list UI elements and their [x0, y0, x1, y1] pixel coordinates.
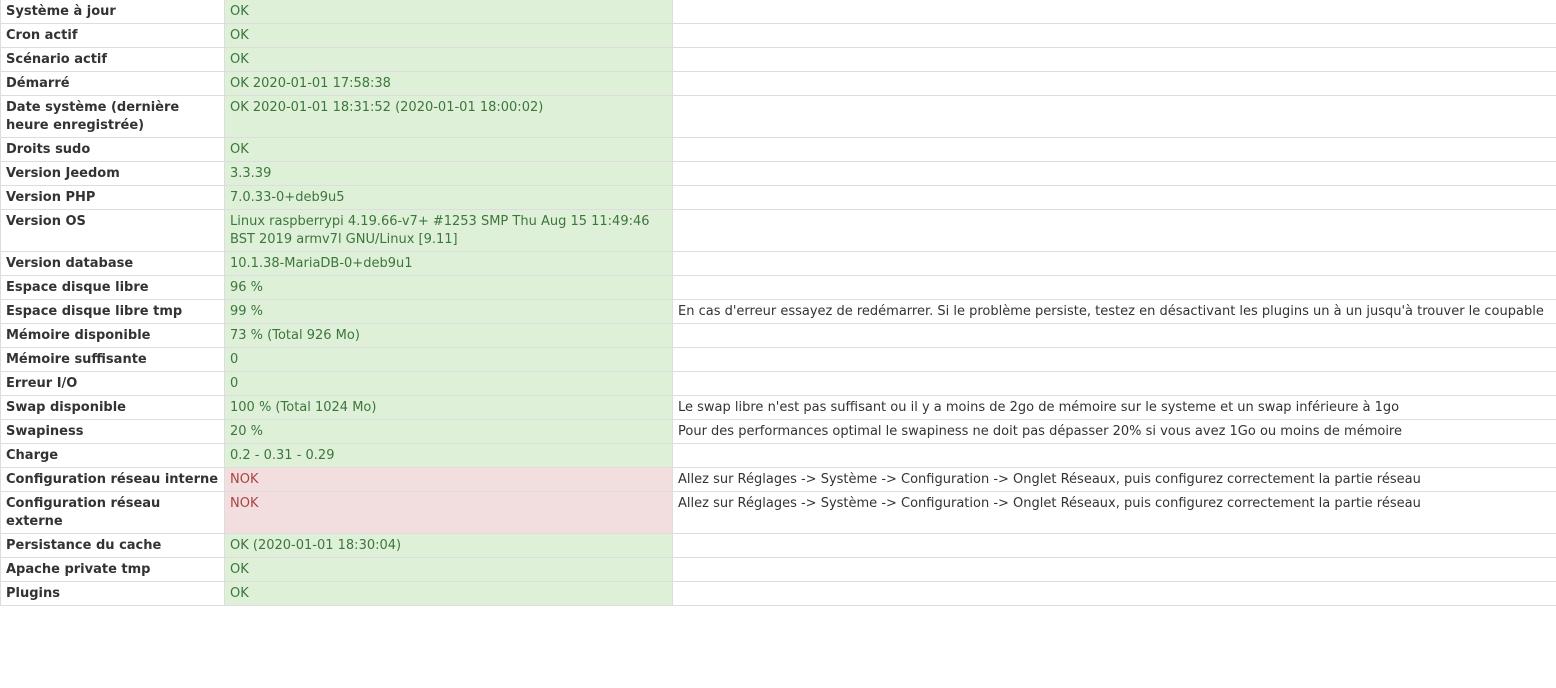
check-label: Charge — [0, 443, 225, 468]
check-state: 0.2 - 0.31 - 0.29 — [224, 443, 673, 468]
health-row-droits-sudo: Droits sudo OK — [0, 137, 1556, 162]
health-row-charge: Charge 0.2 - 0.31 - 0.29 — [0, 443, 1556, 468]
check-state: OK — [224, 23, 673, 48]
check-state: 20 % — [224, 419, 673, 444]
check-advice — [672, 23, 1556, 48]
health-row-persistance-cache: Persistance du cache OK (2020-01-01 18:30… — [0, 533, 1556, 558]
check-advice — [672, 47, 1556, 72]
check-state: OK — [224, 47, 673, 72]
check-advice — [672, 185, 1556, 210]
check-label: Mémoire disponible — [0, 323, 225, 348]
health-row-config-reseau-interne: Configuration réseau interne NOK Allez sur… — [0, 467, 1556, 492]
check-label: Configuration réseau interne — [0, 467, 225, 492]
check-label: Swap disponible — [0, 395, 225, 420]
health-row-espace-disque-libre-tmp: Espace disque libre tmp 99 % En cas d'erre… — [0, 299, 1556, 324]
check-state: OK 2020-01-01 18:31:52 (2020-01-01 18:00… — [224, 95, 673, 138]
health-row-date-systeme: Date système (dernière heure enregistrée… — [0, 95, 1556, 138]
check-label: Espace disque libre tmp — [0, 299, 225, 324]
check-advice — [672, 0, 1556, 24]
check-label: Espace disque libre — [0, 275, 225, 300]
check-advice — [672, 371, 1556, 396]
health-row-version-os: Version OS Linux raspberrypi 4.19.66-v7+ … — [0, 209, 1556, 252]
health-row-config-reseau-externe: Configuration réseau externe NOK Allez sur… — [0, 491, 1556, 534]
health-row-scenario-actif: Scénario actif OK — [0, 47, 1556, 72]
check-advice — [672, 161, 1556, 186]
check-label: Erreur I/O — [0, 371, 225, 396]
check-label: Démarré — [0, 71, 225, 96]
check-advice — [672, 581, 1556, 606]
check-label: Apache private tmp — [0, 557, 225, 582]
check-state: 73 % (Total 926 Mo) — [224, 323, 673, 348]
check-advice — [672, 137, 1556, 162]
check-state: OK — [224, 581, 673, 606]
check-state: Linux raspberrypi 4.19.66-v7+ #1253 SMP … — [224, 209, 673, 252]
check-state: 0 — [224, 347, 673, 372]
check-state: OK 2020-01-01 17:58:38 — [224, 71, 673, 96]
check-advice — [672, 323, 1556, 348]
check-state: 96 % — [224, 275, 673, 300]
check-label: Droits sudo — [0, 137, 225, 162]
check-advice: Le swap libre n'est pas suffisant ou il … — [672, 395, 1556, 420]
check-label: Plugins — [0, 581, 225, 606]
check-advice: En cas d'erreur essayez de redémarrer. S… — [672, 299, 1556, 324]
health-row-version-php: Version PHP 7.0.33-0+deb9u5 — [0, 185, 1556, 210]
health-row-espace-disque-libre: Espace disque libre 96 % — [0, 275, 1556, 300]
check-advice — [672, 275, 1556, 300]
health-row-plugins: Plugins OK — [0, 581, 1556, 606]
check-state: NOK — [224, 491, 673, 534]
health-row-memoire-suffisante: Mémoire suffisante 0 — [0, 347, 1556, 372]
check-label: Mémoire suffisante — [0, 347, 225, 372]
check-state: OK — [224, 0, 673, 24]
check-label: Cron actif — [0, 23, 225, 48]
check-state: 7.0.33-0+deb9u5 — [224, 185, 673, 210]
check-label: Configuration réseau externe — [0, 491, 225, 534]
health-row-cron-actif: Cron actif OK — [0, 23, 1556, 48]
check-label: Persistance du cache — [0, 533, 225, 558]
health-row-swapiness: Swapiness 20 % Pour des performances optim… — [0, 419, 1556, 444]
check-state: OK — [224, 557, 673, 582]
check-label: Version database — [0, 251, 225, 276]
health-row-swap-disponible: Swap disponible 100 % (Total 1024 Mo) Le s… — [0, 395, 1556, 420]
check-advice — [672, 209, 1556, 252]
check-label: Version PHP — [0, 185, 225, 210]
check-advice — [672, 251, 1556, 276]
check-state: OK — [224, 137, 673, 162]
check-label: Swapiness — [0, 419, 225, 444]
check-label: Version Jeedom — [0, 161, 225, 186]
check-state: OK (2020-01-01 18:30:04) — [224, 533, 673, 558]
check-state: 3.3.39 — [224, 161, 673, 186]
check-state: 0 — [224, 371, 673, 396]
health-row-systeme-a-jour: Système à jour OK — [0, 0, 1556, 24]
check-advice — [672, 347, 1556, 372]
check-label: Système à jour — [0, 0, 225, 24]
check-state: 100 % (Total 1024 Mo) — [224, 395, 673, 420]
health-row-version-jeedom: Version Jeedom 3.3.39 — [0, 161, 1556, 186]
check-state: NOK — [224, 467, 673, 492]
health-table-body: Système à jour OK Cron actif OK Scénario act… — [0, 0, 1556, 606]
health-row-memoire-disponible: Mémoire disponible 73 % (Total 926 Mo) — [0, 323, 1556, 348]
check-state: 99 % — [224, 299, 673, 324]
check-label: Date système (dernière heure enregistrée… — [0, 95, 225, 138]
health-table: Système à jour OK Cron actif OK Scénario act… — [0, 0, 1556, 606]
check-advice — [672, 533, 1556, 558]
check-state: 10.1.38-MariaDB-0+deb9u1 — [224, 251, 673, 276]
health-row-version-database: Version database 10.1.38-MariaDB-0+deb9u1 — [0, 251, 1556, 276]
check-advice — [672, 443, 1556, 468]
check-label: Version OS — [0, 209, 225, 252]
check-advice — [672, 95, 1556, 138]
check-advice: Allez sur Réglages -> Système -> Configu… — [672, 491, 1556, 534]
health-row-erreur-io: Erreur I/O 0 — [0, 371, 1556, 396]
check-advice: Allez sur Réglages -> Système -> Configu… — [672, 467, 1556, 492]
health-row-demarre: Démarré OK 2020-01-01 17:58:38 — [0, 71, 1556, 96]
health-row-apache-private-tmp: Apache private tmp OK — [0, 557, 1556, 582]
check-advice — [672, 557, 1556, 582]
check-label: Scénario actif — [0, 47, 225, 72]
check-advice: Pour des performances optimal le swapine… — [672, 419, 1556, 444]
check-advice — [672, 71, 1556, 96]
